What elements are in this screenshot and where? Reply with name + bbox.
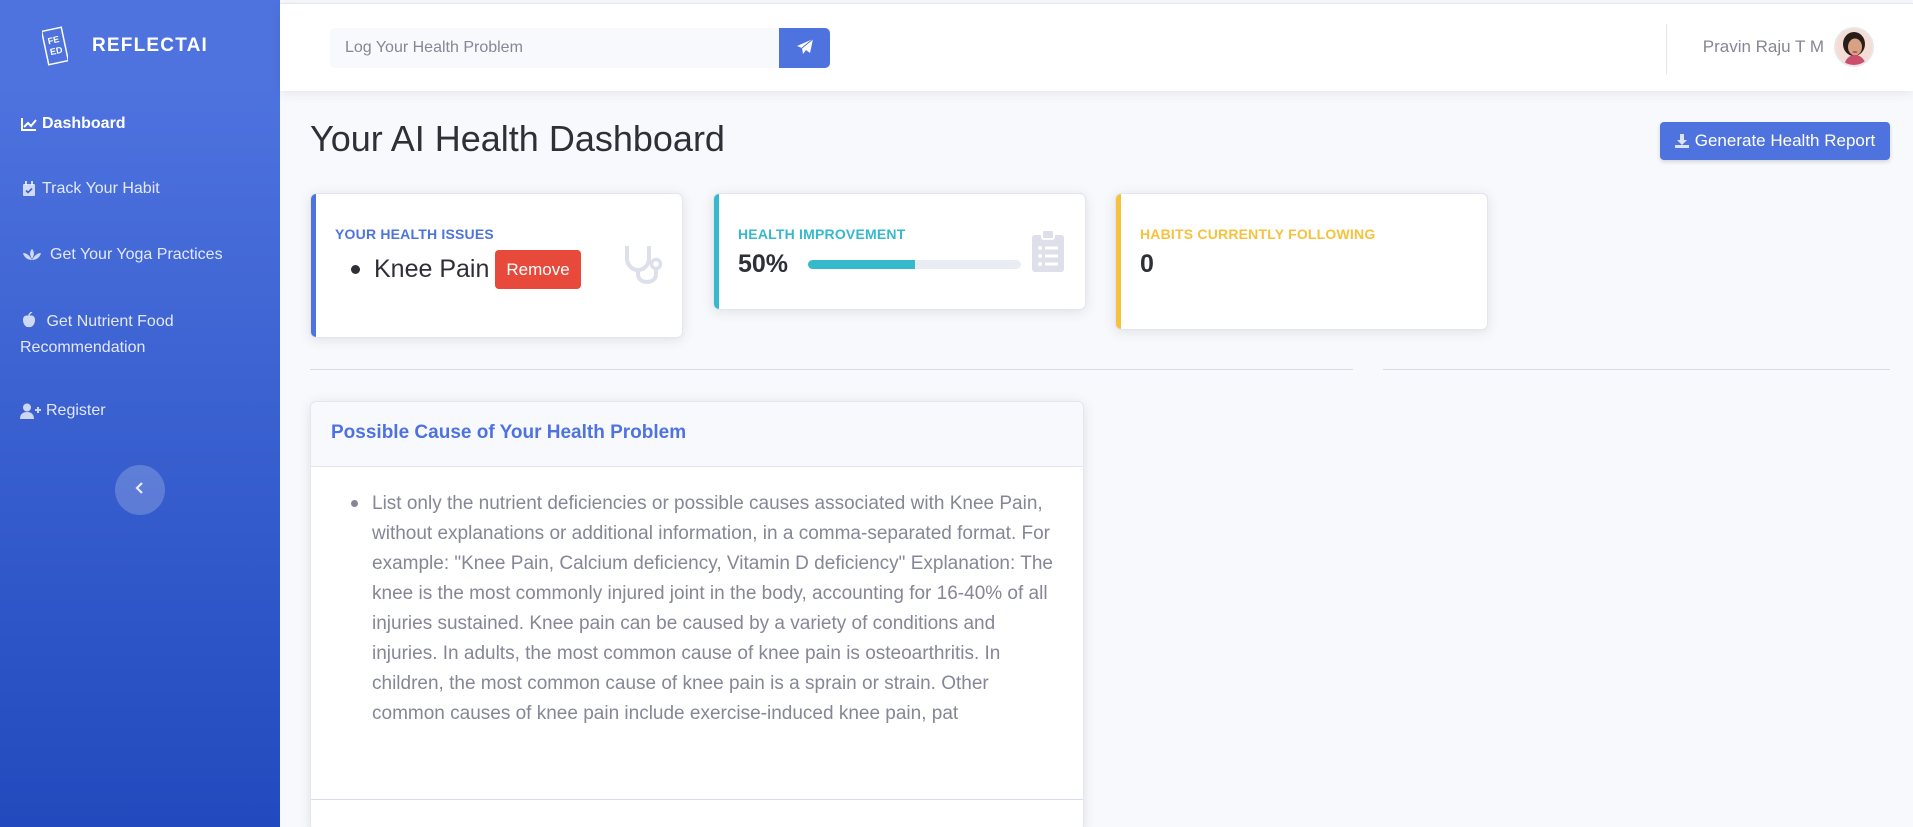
sidebar-toggle-button[interactable] [115, 465, 165, 515]
sidebar: FE ED REFLECTAI Dashboard Track Your Hab… [0, 0, 280, 827]
habits-card: Habits Currently Following 0 [1115, 193, 1488, 330]
possible-cause-text: List only the nutrient deficiencies or p… [372, 493, 1053, 724]
sidebar-item-yoga[interactable]: Get Your Yoga Practices [0, 242, 280, 268]
list-bullet [351, 265, 360, 274]
stethoscope-icon [621, 242, 665, 291]
user-name: Pravin Raju T M [1702, 37, 1824, 56]
page-title: Your AI Health Dashboard [310, 118, 725, 159]
sidebar-item-track-habit[interactable]: Track Your Habit [0, 176, 280, 202]
avatar [1834, 27, 1874, 67]
health-issues-card: Your Health Issues Knee Pain Remove [310, 193, 683, 338]
sidebar-item-label: Get Nutrient Food Recommendation [20, 311, 174, 356]
svg-text:ED: ED [49, 45, 64, 57]
sidebar-item-dashboard[interactable]: Dashboard [0, 111, 280, 137]
sidebar-item-label: Get Your Yoga Practices [50, 246, 223, 263]
habits-label: Habits Currently Following [1140, 226, 1376, 242]
health-improvement-label: Health Improvement [738, 226, 906, 242]
topbar: Pravin Raju T M [280, 3, 1913, 91]
user-menu[interactable]: Pravin Raju T M [1703, 27, 1874, 67]
improvement-value: 50% [738, 250, 789, 278]
generate-report-label: Generate Health Report [1694, 131, 1876, 150]
list-bullet [351, 500, 358, 507]
brand-name: REFLECTAI [92, 35, 208, 56]
sidebar-item-label: Track Your Habit [42, 180, 160, 197]
download-icon [1674, 134, 1689, 148]
section-divider [310, 369, 1353, 370]
submit-problem-button[interactable] [779, 28, 830, 68]
health-issues-label: Your Health Issues [335, 226, 494, 242]
section-divider [1383, 369, 1890, 370]
possible-cause-body: List only the nutrient deficiencies or p… [311, 467, 1083, 729]
card-accent [311, 194, 316, 337]
sidebar-item-register[interactable]: Register [0, 398, 280, 424]
health-improvement-card: Health Improvement 50% [713, 193, 1086, 310]
remove-issue-button[interactable]: Remove [495, 250, 581, 289]
improvement-row: 50% [738, 250, 1022, 279]
feed-logo-icon: FE ED [42, 26, 68, 66]
sidebar-item-nutrient-food[interactable]: Get Nutrient Food Recommendation [0, 307, 200, 361]
sidebar-item-label: Dashboard [42, 115, 126, 132]
lotus-icon [20, 246, 44, 264]
list-item: Knee Pain Remove [351, 250, 581, 289]
possible-cause-card: Possible Cause of Your Health Problem Li… [310, 401, 1084, 827]
clipboard-list-icon [1032, 229, 1064, 277]
chart-line-icon [20, 115, 38, 133]
user-plus-icon [20, 402, 42, 420]
improvement-progress-bar [808, 260, 1022, 269]
card-accent [1116, 194, 1121, 329]
habits-value: 0 [1140, 250, 1154, 278]
health-problem-search [330, 28, 830, 68]
sidebar-item-label: Register [46, 402, 106, 419]
apple-icon [20, 311, 38, 329]
possible-cause-header: Possible Cause of Your Health Problem [311, 402, 1083, 467]
possible-cause-title: Possible Cause of Your Health Problem [331, 422, 687, 443]
chevron-left-icon [135, 481, 145, 499]
card-divider [311, 799, 1083, 800]
card-accent [714, 194, 719, 309]
brand[interactable]: FE ED REFLECTAI [0, 0, 280, 92]
improvement-progress-fill [808, 260, 915, 269]
generate-report-button[interactable]: Generate Health Report [1660, 122, 1890, 160]
paper-plane-icon [796, 38, 814, 59]
health-issue-text: Knee Pain [374, 255, 490, 283]
health-problem-input[interactable] [330, 28, 779, 68]
list-item: List only the nutrient deficiencies or p… [351, 489, 1063, 729]
topbar-divider [1666, 24, 1667, 74]
calendar-check-icon [20, 180, 38, 198]
